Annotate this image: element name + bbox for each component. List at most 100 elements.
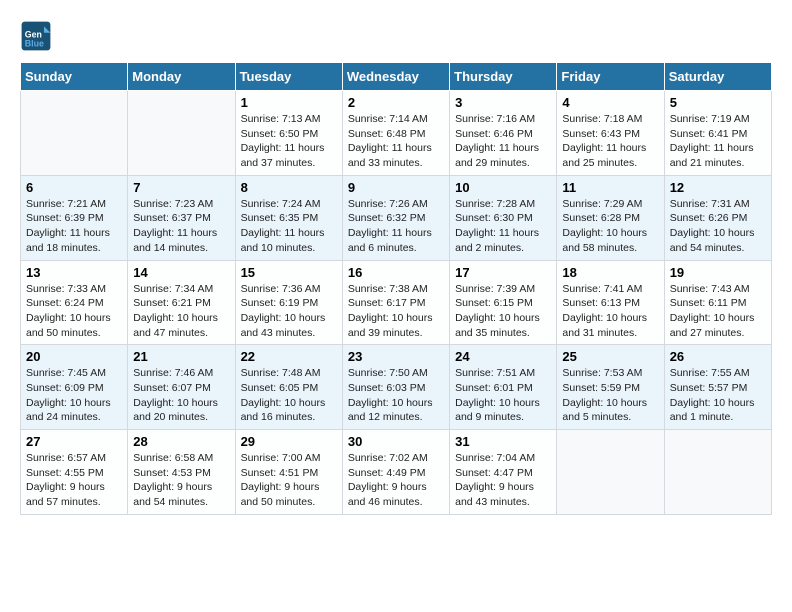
page-header: Gen Blue [20,20,772,52]
logo: Gen Blue [20,20,56,52]
calendar-cell: 1 Sunrise: 7:13 AM Sunset: 6:50 PM Daylig… [235,91,342,176]
day-number: 17 [455,265,551,280]
calendar-cell: 13 Sunrise: 7:33 AM Sunset: 6:24 PM Dayli… [21,260,128,345]
day-info: Sunrise: 7:23 AM Sunset: 6:37 PM Dayligh… [133,197,229,256]
day-info: Sunrise: 7:45 AM Sunset: 6:09 PM Dayligh… [26,366,122,425]
day-info: Sunrise: 7:13 AM Sunset: 6:50 PM Dayligh… [241,112,337,171]
day-info: Sunrise: 7:51 AM Sunset: 6:01 PM Dayligh… [455,366,551,425]
day-info: Sunrise: 7:16 AM Sunset: 6:46 PM Dayligh… [455,112,551,171]
calendar-cell: 24 Sunrise: 7:51 AM Sunset: 6:01 PM Dayli… [450,345,557,430]
day-number: 22 [241,349,337,364]
day-info: Sunrise: 7:18 AM Sunset: 6:43 PM Dayligh… [562,112,658,171]
day-number: 10 [455,180,551,195]
day-info: Sunrise: 7:53 AM Sunset: 5:59 PM Dayligh… [562,366,658,425]
weekday-header-wednesday: Wednesday [342,63,449,91]
calendar-cell: 8 Sunrise: 7:24 AM Sunset: 6:35 PM Daylig… [235,175,342,260]
calendar-cell: 7 Sunrise: 7:23 AM Sunset: 6:37 PM Daylig… [128,175,235,260]
day-number: 9 [348,180,444,195]
day-number: 6 [26,180,122,195]
calendar-cell [557,430,664,515]
day-number: 8 [241,180,337,195]
calendar-cell: 3 Sunrise: 7:16 AM Sunset: 6:46 PM Daylig… [450,91,557,176]
calendar-cell: 9 Sunrise: 7:26 AM Sunset: 6:32 PM Daylig… [342,175,449,260]
day-number: 18 [562,265,658,280]
day-number: 7 [133,180,229,195]
calendar-cell: 10 Sunrise: 7:28 AM Sunset: 6:30 PM Dayli… [450,175,557,260]
calendar-week-3: 13 Sunrise: 7:33 AM Sunset: 6:24 PM Dayli… [21,260,772,345]
calendar-week-4: 20 Sunrise: 7:45 AM Sunset: 6:09 PM Dayli… [21,345,772,430]
day-number: 15 [241,265,337,280]
calendar-cell [128,91,235,176]
day-number: 11 [562,180,658,195]
day-info: Sunrise: 7:48 AM Sunset: 6:05 PM Dayligh… [241,366,337,425]
day-info: Sunrise: 7:43 AM Sunset: 6:11 PM Dayligh… [670,282,766,341]
weekday-header-thursday: Thursday [450,63,557,91]
day-number: 24 [455,349,551,364]
day-info: Sunrise: 7:29 AM Sunset: 6:28 PM Dayligh… [562,197,658,256]
day-info: Sunrise: 6:57 AM Sunset: 4:55 PM Dayligh… [26,451,122,510]
day-info: Sunrise: 7:14 AM Sunset: 6:48 PM Dayligh… [348,112,444,171]
calendar-cell: 31Sunrise: 7:04 AM Sunset: 4:47 PM Dayli… [450,430,557,515]
calendar-cell: 12Sunrise: 7:31 AM Sunset: 6:26 PM Dayli… [664,175,771,260]
day-info: Sunrise: 7:26 AM Sunset: 6:32 PM Dayligh… [348,197,444,256]
calendar-cell: 2 Sunrise: 7:14 AM Sunset: 6:48 PM Daylig… [342,91,449,176]
day-info: Sunrise: 7:50 AM Sunset: 6:03 PM Dayligh… [348,366,444,425]
calendar-cell: 11 Sunrise: 7:29 AM Sunset: 6:28 PM Dayli… [557,175,664,260]
day-info: Sunrise: 7:33 AM Sunset: 6:24 PM Dayligh… [26,282,122,341]
calendar-cell: 15 Sunrise: 7:36 AM Sunset: 6:19 PM Dayli… [235,260,342,345]
calendar-table: SundayMondayTuesdayWednesdayThursdayFrid… [20,62,772,515]
calendar-cell: 19 Sunrise: 7:43 AM Sunset: 6:11 PM Dayli… [664,260,771,345]
calendar-cell: 14 Sunrise: 7:34 AM Sunset: 6:21 PM Dayli… [128,260,235,345]
calendar-cell [664,430,771,515]
day-number: 20 [26,349,122,364]
day-number: 25 [562,349,658,364]
day-info: Sunrise: 7:02 AM Sunset: 4:49 PM Dayligh… [348,451,444,510]
day-info: Sunrise: 7:34 AM Sunset: 6:21 PM Dayligh… [133,282,229,341]
day-number: 1 [241,95,337,110]
day-info: Sunrise: 7:00 AM Sunset: 4:51 PM Dayligh… [241,451,337,510]
calendar-cell: 16 Sunrise: 7:38 AM Sunset: 6:17 PM Dayli… [342,260,449,345]
calendar-cell: 28 Sunrise: 6:58 AM Sunset: 4:53 PM Dayli… [128,430,235,515]
day-number: 4 [562,95,658,110]
day-number: 5 [670,95,766,110]
weekday-header-saturday: Saturday [664,63,771,91]
day-number: 21 [133,349,229,364]
calendar-cell: 27 Sunrise: 6:57 AM Sunset: 4:55 PM Dayli… [21,430,128,515]
calendar-cell: 21 Sunrise: 7:46 AM Sunset: 6:07 PM Dayli… [128,345,235,430]
calendar-cell: 4 Sunrise: 7:18 AM Sunset: 6:43 PM Daylig… [557,91,664,176]
day-info: Sunrise: 7:31 AM Sunset: 6:26 PM Dayligh… [670,197,766,256]
day-info: Sunrise: 7:19 AM Sunset: 6:41 PM Dayligh… [670,112,766,171]
day-number: 28 [133,434,229,449]
day-info: Sunrise: 7:24 AM Sunset: 6:35 PM Dayligh… [241,197,337,256]
day-info: Sunrise: 7:41 AM Sunset: 6:13 PM Dayligh… [562,282,658,341]
day-info: Sunrise: 7:28 AM Sunset: 6:30 PM Dayligh… [455,197,551,256]
logo-icon: Gen Blue [20,20,52,52]
day-info: Sunrise: 7:38 AM Sunset: 6:17 PM Dayligh… [348,282,444,341]
calendar-cell: 23 Sunrise: 7:50 AM Sunset: 6:03 PM Dayli… [342,345,449,430]
day-info: Sunrise: 7:39 AM Sunset: 6:15 PM Dayligh… [455,282,551,341]
day-number: 23 [348,349,444,364]
calendar-cell: 29 Sunrise: 7:00 AM Sunset: 4:51 PM Dayli… [235,430,342,515]
day-number: 14 [133,265,229,280]
day-number: 27 [26,434,122,449]
day-info: Sunrise: 6:58 AM Sunset: 4:53 PM Dayligh… [133,451,229,510]
day-number: 2 [348,95,444,110]
calendar-cell: 25 Sunrise: 7:53 AM Sunset: 5:59 PM Dayli… [557,345,664,430]
calendar-cell: 20 Sunrise: 7:45 AM Sunset: 6:09 PM Dayli… [21,345,128,430]
weekday-header-friday: Friday [557,63,664,91]
day-number: 29 [241,434,337,449]
day-number: 13 [26,265,122,280]
calendar-week-1: 1 Sunrise: 7:13 AM Sunset: 6:50 PM Daylig… [21,91,772,176]
day-number: 16 [348,265,444,280]
calendar-cell: 22 Sunrise: 7:48 AM Sunset: 6:05 PM Dayli… [235,345,342,430]
day-info: Sunrise: 7:36 AM Sunset: 6:19 PM Dayligh… [241,282,337,341]
day-info: Sunrise: 7:46 AM Sunset: 6:07 PM Dayligh… [133,366,229,425]
calendar-cell: 18 Sunrise: 7:41 AM Sunset: 6:13 PM Dayli… [557,260,664,345]
calendar-cell: 30 Sunrise: 7:02 AM Sunset: 4:49 PM Dayli… [342,430,449,515]
weekday-header-monday: Monday [128,63,235,91]
day-number: 30 [348,434,444,449]
calendar-week-2: 6Sunrise: 7:21 AM Sunset: 6:39 PM Daylig… [21,175,772,260]
day-number: 19 [670,265,766,280]
day-number: 3 [455,95,551,110]
calendar-cell [21,91,128,176]
